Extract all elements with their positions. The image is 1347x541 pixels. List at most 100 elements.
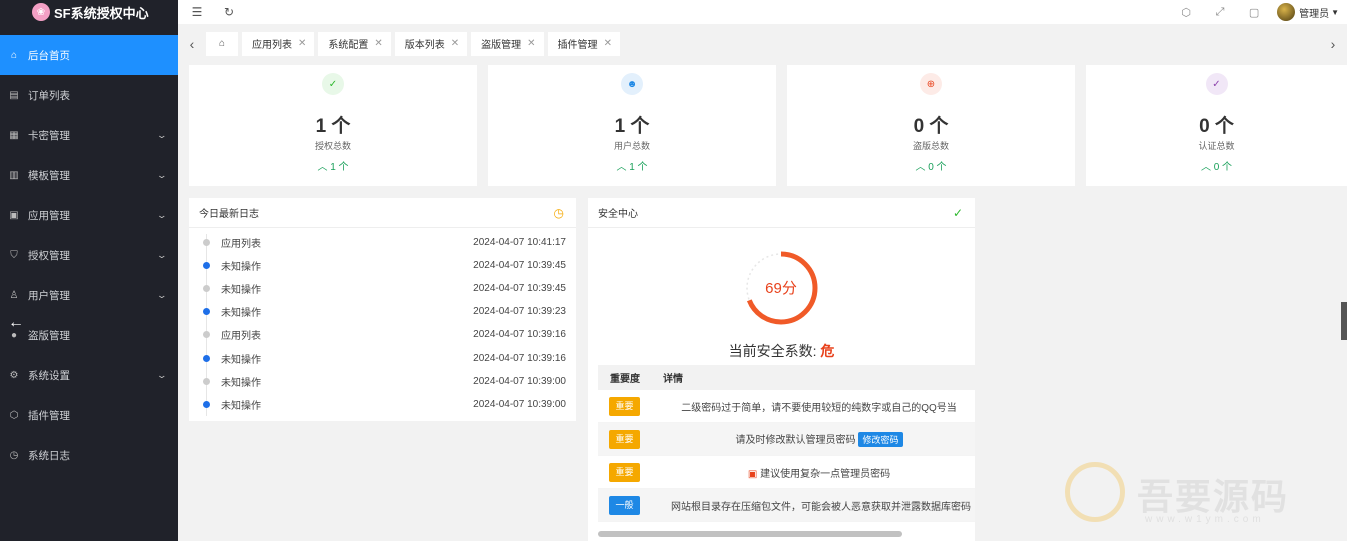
refresh-icon[interactable]: ↻ bbox=[216, 0, 242, 24]
tag-icon[interactable]: ⬡ bbox=[1169, 6, 1203, 19]
stat-value: 1 个 bbox=[614, 116, 650, 137]
log-name: 未知操作 bbox=[221, 285, 261, 297]
sidebar-item-6[interactable]: ♙ 用户管理 ⌄ bbox=[0, 275, 178, 315]
close-icon[interactable]: ✕ bbox=[451, 38, 459, 49]
tabs-scroll-left-icon[interactable]: ‹ bbox=[178, 36, 206, 52]
security-table: 重要度 详情 重要 二级密码过于简单，请不要使用较短的纯数字或自己的QQ号当 重要请… bbox=[598, 365, 975, 522]
sidebar-item-0[interactable]: ⌂ 后台首页 bbox=[0, 35, 178, 75]
security-level: 当前安全系数: 危 bbox=[588, 341, 975, 361]
chevron-down-icon: ⌄ bbox=[156, 169, 168, 180]
tab-list: 应用列表 ✕ 系统配置 ✕ 版本列表 ✕ 盗版管理 ✕ 插件管理 ✕ bbox=[242, 31, 624, 56]
sidebar-item-10[interactable]: ◷ 系统日志 bbox=[0, 435, 178, 475]
fullscreen-icon[interactable]: ⤢ bbox=[1203, 6, 1237, 19]
sidebar-menu: ⌂ 后台首页 ▤ 订单列表 ▦ 卡密管理 ⌄ ▥ 模板管理 ⌄ ▣ 应用管理 ⌄ ⛉ 授权管理 ⌄ ♙ 用户管理 ⌄… bbox=[0, 35, 178, 475]
tabs-scroll-right-icon[interactable]: › bbox=[1319, 36, 1347, 52]
sidebar-item-label: 盗版管理 bbox=[28, 329, 70, 342]
stat-trend-value: 1 个 bbox=[629, 162, 648, 173]
sidebar-item-5[interactable]: ⛉ 授权管理 ⌄ bbox=[0, 235, 178, 275]
tab-label: 插件管理 bbox=[557, 40, 598, 51]
tab-1[interactable]: 系统配置 ✕ bbox=[318, 31, 391, 56]
sidebar-item-label: 系统日志 bbox=[28, 449, 70, 462]
tab-3[interactable]: 盗版管理 ✕ bbox=[471, 31, 544, 56]
close-icon[interactable]: ✕ bbox=[604, 38, 612, 49]
log-panel: 今日最新日志 ◷ 应用列表 2024-04-07 10:41:17 未知操作 2024… bbox=[189, 198, 576, 421]
sidebar-item-label: 订单列表 bbox=[28, 89, 70, 102]
chevron-down-icon: ⌄ bbox=[156, 129, 168, 140]
col-severity: 重要度 bbox=[610, 374, 640, 385]
sidebar-item-label: 卡密管理 bbox=[28, 129, 70, 142]
security-level-value: 危 bbox=[820, 343, 835, 359]
stat-label: 用户总数 bbox=[613, 141, 650, 151]
sidebar-item-1[interactable]: ▤ 订单列表 bbox=[0, 75, 178, 115]
horizontal-scrollbar[interactable] bbox=[598, 531, 902, 537]
document-icon: ▤ bbox=[9, 89, 19, 101]
stat-trend-value: 0 个 bbox=[928, 162, 947, 173]
chevron-down-icon: ⌄ bbox=[156, 289, 168, 300]
stat-card: ⊕ 0 个盗版总数 ︿ 0 个 bbox=[787, 65, 1075, 186]
stat-card: ✓ 0 个认证总数 ︿ 0 个 bbox=[1086, 65, 1347, 186]
tab-2[interactable]: 版本列表 ✕ bbox=[394, 31, 468, 56]
caret-down-icon: ▼ bbox=[1331, 7, 1339, 17]
globe-icon: ⊕ bbox=[920, 73, 942, 95]
trend-up-icon: ︿ bbox=[616, 162, 627, 173]
security-row: 重要 请及时修改默认管理员密码 修改密码 bbox=[598, 423, 975, 456]
log-time: 2024-04-07 10:39:16 bbox=[473, 352, 566, 364]
close-icon[interactable]: ✕ bbox=[298, 38, 306, 49]
user-menu[interactable]: 管理员 ▼ bbox=[1271, 3, 1347, 21]
sidebar-item-4[interactable]: ▣ 应用管理 ⌄ bbox=[0, 195, 178, 235]
security-detail: 网站根目录存在压缩包文件，可能会被人恶意获取并泄露数据库密码 bbox=[671, 501, 971, 513]
security-row: 重要 ▣ 建议使用复杂一点管理员密码 bbox=[598, 456, 975, 489]
security-level-label: 当前安全系数: bbox=[728, 343, 817, 359]
close-icon[interactable]: ✕ bbox=[527, 38, 535, 49]
col-details: 详情 bbox=[663, 374, 683, 385]
log-panel-title: 今日最新日志 bbox=[199, 209, 259, 220]
timeline-dot bbox=[203, 308, 210, 316]
app-logo[interactable]: ❀ SF系统授权中心 bbox=[0, 0, 178, 24]
stat-card: ☻ 1 个用户总数 ︿ 1 个 bbox=[488, 65, 776, 186]
sidebar-item-8[interactable]: ⚙ 系统设置 ⌄ bbox=[0, 355, 178, 395]
lock-icon[interactable]: ▢ bbox=[1237, 6, 1271, 19]
security-score-gauge: 69分 bbox=[588, 248, 975, 328]
stat-trend: ︿ 1 个 bbox=[189, 158, 477, 173]
severity-badge: 重要 bbox=[609, 462, 640, 482]
log-time: 2024-04-07 10:39:23 bbox=[473, 306, 566, 318]
tab-4[interactable]: 插件管理 ✕ bbox=[547, 31, 620, 56]
trend-up-icon: ︿ bbox=[317, 162, 328, 173]
watermark-text: 吾要源码 bbox=[1137, 476, 1290, 518]
menu-toggle-icon[interactable]: ☰ bbox=[184, 0, 210, 24]
sidebar-item-label: 后台首页 bbox=[28, 49, 70, 62]
home-icon: ⌂ bbox=[10, 49, 18, 61]
stat-value: 0 个 bbox=[1199, 116, 1234, 137]
stat-label: 盗版总数 bbox=[912, 141, 949, 151]
chevron-down-icon: ⌄ bbox=[156, 369, 168, 380]
vertical-scrollbar[interactable] bbox=[1341, 302, 1347, 340]
log-name: 未知操作 bbox=[221, 262, 261, 274]
change-password-button[interactable]: 修改密码 bbox=[858, 432, 903, 447]
tab-home[interactable]: ⌂ bbox=[206, 31, 238, 56]
back-arrow-icon[interactable]: ← bbox=[8, 314, 24, 332]
chevron-down-icon: ⌄ bbox=[156, 249, 168, 260]
watermark: 吾要源码 www.w1ym.com bbox=[1065, 462, 1335, 532]
security-row: 一般 网站根目录存在压缩包文件，可能会被人恶意获取并泄露数据库密码 bbox=[598, 489, 975, 522]
log-entry: 未知操作 2024-04-07 10:39:45 bbox=[189, 277, 576, 300]
sidebar-item-7[interactable]: ● 盗版管理 bbox=[0, 315, 178, 355]
user-icon: ♙ bbox=[9, 289, 19, 301]
stat-trend: ︿ 1 个 bbox=[488, 158, 776, 173]
close-icon[interactable]: ✕ bbox=[374, 38, 382, 49]
grid-icon: ▦ bbox=[9, 129, 19, 141]
security-panel: 安全中心 ✓ 69分 当前安全系数: 危 重要度 详情 重要 二级密码过于简单，请… bbox=[588, 198, 975, 541]
security-panel-title: 安全中心 bbox=[598, 209, 638, 220]
severity-badge: 重要 bbox=[609, 396, 640, 416]
tab-0[interactable]: 应用列表 ✕ bbox=[242, 31, 315, 56]
sidebar-item-9[interactable]: ⬡ 插件管理 bbox=[0, 395, 178, 435]
stat-trend-value: 1 个 bbox=[330, 162, 349, 173]
users-icon: ☻ bbox=[621, 73, 643, 95]
tab-label: 版本列表 bbox=[404, 40, 445, 51]
sidebar-item-label: 模板管理 bbox=[28, 169, 70, 182]
sidebar-item-2[interactable]: ▦ 卡密管理 ⌄ bbox=[0, 115, 178, 155]
gear-icon: ⚙ bbox=[9, 369, 19, 381]
sidebar-item-3[interactable]: ▥ 模板管理 ⌄ bbox=[0, 155, 178, 195]
log-time: 2024-04-07 10:41:17 bbox=[473, 237, 566, 249]
sidebar-item-label: 应用管理 bbox=[28, 209, 70, 222]
log-time: 2024-04-07 10:39:16 bbox=[473, 329, 566, 341]
